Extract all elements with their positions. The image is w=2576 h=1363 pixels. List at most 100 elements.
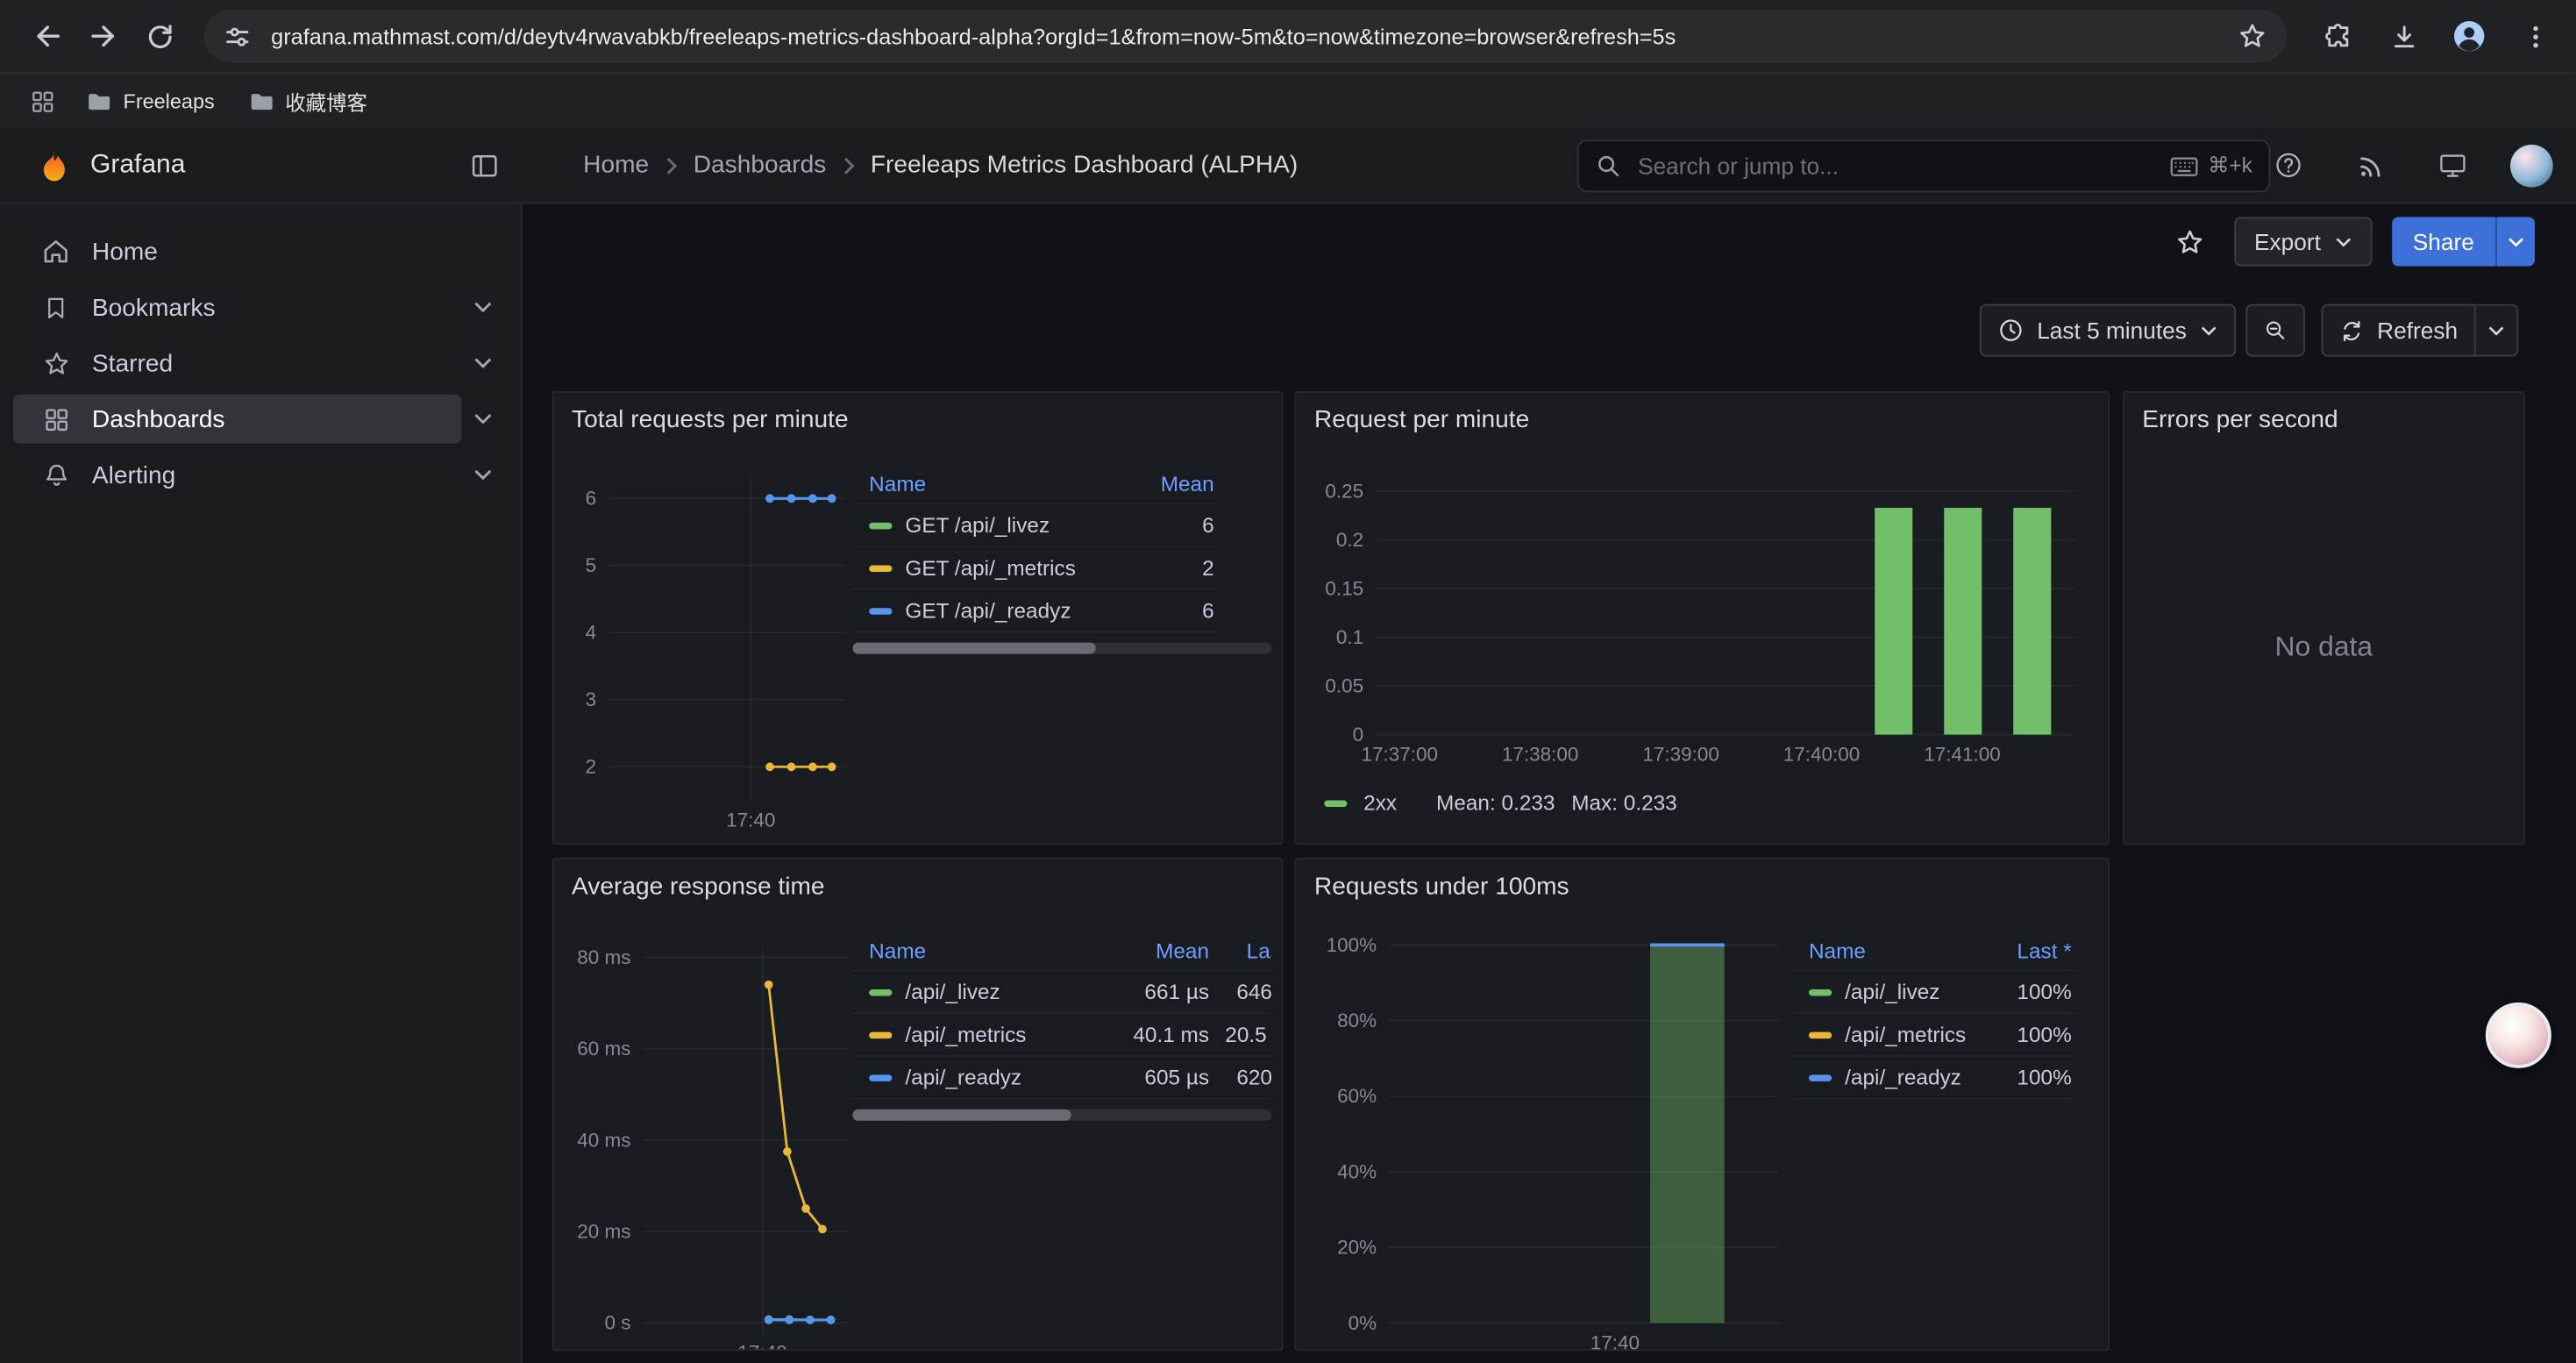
chevron-right-icon (664, 155, 679, 175)
export-button[interactable]: Export (2235, 217, 2372, 266)
svg-text:0.05: 0.05 (1325, 675, 1363, 697)
legend-row[interactable]: /api/_readyz100% (1792, 1057, 2074, 1100)
legend-header-row: NameLast * (1792, 931, 2074, 971)
help-icon[interactable] (2264, 140, 2313, 189)
refresh-button[interactable]: Refresh (2321, 304, 2475, 357)
svg-text:17:40: 17:40 (1590, 1331, 1640, 1351)
profile-avatar-icon[interactable] (2441, 8, 2497, 64)
panel-title[interactable]: Total requests per minute (572, 406, 849, 434)
panel-average-response-time: Average response time 80 ms60 ms40 ms20 … (552, 858, 1284, 1351)
sidebar-item-dashboards: Dashboards (0, 391, 521, 447)
sidebar-item-starred: Starred (0, 335, 521, 391)
panel-title[interactable]: Requests under 100ms (1314, 873, 1569, 901)
series-color-swatch (869, 565, 892, 571)
legend-inline[interactable]: 2xx Mean: 0.233 Max: 0.233 (1324, 790, 1677, 815)
apps-icon (41, 405, 71, 433)
user-avatar[interactable] (2510, 144, 2553, 187)
site-settings-icon[interactable] (224, 22, 252, 50)
legend-table: NameMeanLast */api/_livez661 µs646 µs/ap… (852, 931, 1271, 1120)
star-icon (41, 349, 71, 377)
extensions-icon[interactable] (2309, 8, 2366, 64)
favorite-star-icon[interactable] (2166, 217, 2215, 266)
sidebar: Home Bookmarks Starred (0, 203, 523, 1363)
panel-title[interactable]: Request per minute (1314, 406, 1529, 434)
legend-header-row: NameMean (852, 465, 1217, 504)
bookmark-folder-blogs[interactable]: 收藏博客 (234, 79, 381, 124)
panel-total-requests: Total requests per minute 6543217:40 Nam… (552, 391, 1284, 845)
chevron-down-icon[interactable] (462, 397, 505, 440)
legend-row[interactable]: /api/_metrics40.1 ms20.5 ms (852, 1014, 1271, 1057)
svg-text:100%: 100% (1327, 934, 1377, 956)
time-range-picker[interactable]: Last 5 minutes (1980, 304, 2236, 357)
bookmark-star-icon[interactable] (2238, 21, 2267, 51)
svg-text:17:38:00: 17:38:00 (1502, 744, 1578, 766)
svg-text:3: 3 (586, 689, 597, 710)
series-color-swatch (1809, 988, 1832, 995)
monitor-icon[interactable] (2428, 140, 2477, 189)
legend-table: NameLast */api/_livez100%/api/_metrics10… (1792, 931, 2088, 1099)
caret-down-icon (2507, 236, 2525, 247)
legend-row[interactable]: GET /api/_livez6 (852, 504, 1217, 547)
grafana-top-nav: Grafana Home Dashboards Freeleaps Metric… (0, 128, 2576, 203)
browser-menu-icon[interactable] (2507, 8, 2563, 64)
search-input[interactable] (1634, 151, 2157, 181)
zoom-out-button[interactable] (2245, 304, 2304, 357)
apps-grid-icon[interactable] (19, 78, 65, 124)
svg-text:0.15: 0.15 (1325, 578, 1363, 600)
sidebar-item-dashboards-button[interactable]: Dashboards (13, 395, 462, 444)
bookmark-folder-freeleaps[interactable]: Freeleaps (72, 82, 227, 121)
chevron-down-icon[interactable] (462, 342, 505, 385)
sidebar-item-home-button[interactable]: Home (13, 227, 504, 276)
rss-icon[interactable] (2346, 140, 2395, 189)
clock-icon (1997, 318, 2024, 344)
floating-assistant-avatar[interactable] (2486, 1003, 2551, 1068)
legend-row[interactable]: /api/_readyz605 µs620 µs (852, 1057, 1271, 1100)
url-input[interactable] (267, 22, 2221, 50)
breadcrumb-current: Freeleaps Metrics Dashboard (ALPHA) (871, 151, 1298, 179)
series-mean: Mean: 0.233 (1436, 790, 1555, 815)
back-icon[interactable] (19, 8, 75, 64)
grafana-logo-icon[interactable] (36, 147, 72, 183)
chevron-down-icon[interactable] (462, 286, 505, 329)
share-button[interactable]: Share (2391, 217, 2495, 266)
legend-scrollbar-thumb[interactable] (852, 1110, 1070, 1121)
legend-row[interactable]: GET /api/_readyz6 (852, 590, 1217, 633)
panel-title[interactable]: Average response time (572, 873, 825, 901)
chevron-right-icon (841, 155, 856, 175)
legend-row[interactable]: /api/_livez661 µs646 µs (852, 971, 1271, 1014)
legend-scrollbar[interactable] (852, 1110, 1271, 1121)
breadcrumb-home[interactable]: Home (583, 151, 649, 179)
url-bar[interactable] (203, 10, 2287, 62)
sidebar-item-bookmarks: Bookmarks (0, 280, 521, 336)
sidebar-item-starred-button[interactable]: Starred (13, 339, 462, 388)
svg-text:2: 2 (586, 756, 597, 778)
sidebar-collapse-icon[interactable] (460, 141, 509, 190)
legend-header-row: NameMeanLast * (852, 931, 1271, 971)
reload-icon[interactable] (132, 8, 188, 64)
bell-icon (41, 461, 71, 489)
sidebar-item-alerting-button[interactable]: Alerting (13, 450, 462, 499)
share-menu-caret[interactable] (2495, 217, 2535, 266)
legend-scrollbar-thumb[interactable] (852, 643, 1095, 654)
legend-row[interactable]: /api/_metrics100% (1792, 1014, 2074, 1057)
breadcrumb-dashboards[interactable]: Dashboards (694, 151, 827, 179)
forward-icon[interactable] (75, 8, 132, 64)
panel-title[interactable]: Errors per second (2142, 406, 2338, 434)
search-box[interactable]: ⌘+k (1577, 139, 2271, 192)
download-icon[interactable] (2375, 8, 2431, 64)
legend-scrollbar[interactable] (852, 643, 1271, 654)
legend-row[interactable]: /api/_livez100% (1792, 971, 2074, 1014)
legend-row[interactable]: GET /api/_metrics2 (852, 547, 1217, 590)
folder-icon (85, 88, 111, 114)
bookmarks-bar: Freeleaps 收藏博客 (0, 72, 2576, 128)
refresh-interval-caret[interactable] (2476, 304, 2519, 357)
time-controls: Last 5 minutes Refresh (1980, 304, 2519, 357)
sidebar-item-home: Home (0, 224, 521, 280)
sidebar-item-bookmarks-button[interactable]: Bookmarks (13, 282, 462, 332)
svg-text:17:39:00: 17:39:00 (1642, 744, 1719, 766)
chevron-down-icon[interactable] (462, 453, 505, 496)
svg-text:60 ms: 60 ms (577, 1038, 630, 1060)
series-name[interactable]: 2xx (1363, 790, 1397, 815)
legend-table: NameMeanGET /api/_livez6GET /api/_metric… (852, 465, 1271, 653)
folder-icon (247, 88, 274, 114)
